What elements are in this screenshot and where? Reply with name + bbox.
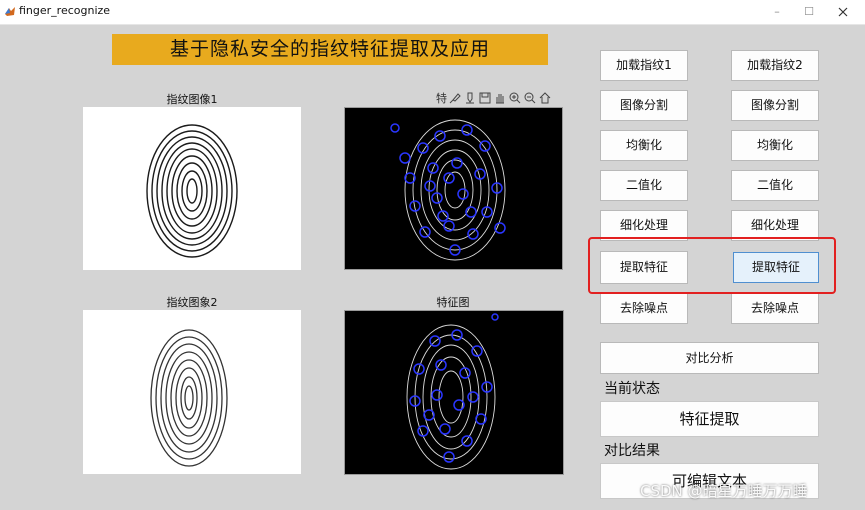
matlab-app-icon <box>5 7 15 16</box>
window-titlebar: finger_recognize – ☐ <box>0 0 865 25</box>
datatip-icon[interactable] <box>463 91 477 105</box>
compare-result-label: 对比结果 <box>600 441 664 461</box>
compare-analysis-button[interactable]: 对比分析 <box>600 342 819 374</box>
equalize-2-button[interactable]: 均衡化 <box>731 130 819 161</box>
axes-toolbar-label: 特 <box>436 92 447 105</box>
home-icon[interactable] <box>538 91 552 105</box>
binarize-1-button[interactable]: 二值化 <box>600 170 688 201</box>
load-fingerprint-2-button[interactable]: 加载指纹2 <box>731 50 819 81</box>
segment-image-2-button[interactable]: 图像分割 <box>731 90 819 121</box>
save-icon[interactable] <box>478 91 492 105</box>
window-title: finger_recognize <box>19 4 111 17</box>
remove-noise-1-button[interactable]: 去除噪点 <box>600 292 688 324</box>
segment-image-1-button[interactable]: 图像分割 <box>600 90 688 121</box>
feature-2-graphic <box>406 313 499 470</box>
pan-hand-icon[interactable] <box>493 91 507 105</box>
fingerprint-image-1-title: 指纹图像1 <box>166 93 218 106</box>
brush-icon[interactable] <box>448 91 462 105</box>
fingerprint-2-graphic <box>150 329 228 467</box>
binarize-2-button[interactable]: 二值化 <box>731 170 819 201</box>
axes-toolbar: 特 <box>436 90 552 106</box>
fingerprint-image-2 <box>83 310 301 474</box>
remove-noise-2-button[interactable]: 去除噪点 <box>731 292 819 324</box>
close-icon <box>838 7 848 17</box>
zoom-out-icon[interactable] <box>523 91 537 105</box>
current-status-value: 特征提取 <box>600 401 819 437</box>
extract-feature-highlight <box>588 237 836 294</box>
csdn-watermark: CSDN @暗星万睡万万睡 <box>640 482 808 500</box>
equalize-1-button[interactable]: 均衡化 <box>600 130 688 161</box>
load-fingerprint-1-button[interactable]: 加载指纹1 <box>600 50 688 81</box>
app-title-banner: 基于隐私安全的指纹特征提取及应用 <box>112 34 548 65</box>
minimize-button[interactable]: – <box>762 3 792 21</box>
feature-image-2 <box>344 310 564 475</box>
fingerprint-image-1 <box>83 107 301 270</box>
zoom-in-icon[interactable] <box>508 91 522 105</box>
fingerprint-1-graphic <box>146 124 238 258</box>
feature-image-1 <box>344 107 563 270</box>
feature-1-graphic <box>390 119 506 261</box>
maximize-button[interactable]: ☐ <box>794 3 824 21</box>
close-button[interactable] <box>828 3 858 21</box>
fingerprint-image-2-title: 指纹图象2 <box>166 296 218 309</box>
current-status-label: 当前状态 <box>600 379 664 399</box>
feature-image-2-title: 特征图 <box>436 296 470 309</box>
